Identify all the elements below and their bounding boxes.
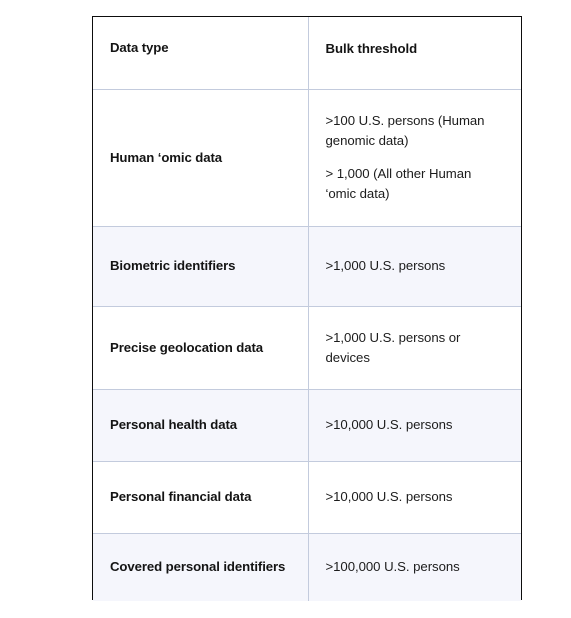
cell-data-type: Precise geolocation data bbox=[93, 306, 309, 389]
table-header-row: Data type Bulk threshold bbox=[93, 17, 521, 89]
bulk-threshold-table: Data type Bulk threshold Human ‘omic dat… bbox=[93, 17, 521, 601]
cell-data-type: Personal financial data bbox=[93, 461, 309, 533]
cell-bulk-threshold: >10,000 U.S. persons bbox=[308, 461, 521, 533]
cell-bulk-threshold: >10,000 U.S. persons bbox=[308, 389, 521, 461]
threshold-line: > 1,000 (All other Human ‘omic data) bbox=[325, 166, 472, 201]
threshold-line: >1,000 U.S. persons bbox=[325, 258, 446, 274]
table-row: Personal financial data >10,000 U.S. per… bbox=[93, 461, 521, 533]
threshold-line: >10,000 U.S. persons bbox=[325, 489, 453, 505]
threshold-line: >100 U.S. persons (Human genomic data) bbox=[325, 113, 485, 149]
table-row: Covered personal identifiers >100,000 U.… bbox=[93, 533, 521, 601]
cell-bulk-threshold: >100,000 U.S. persons bbox=[308, 533, 521, 601]
threshold-line: >10,000 U.S. persons bbox=[325, 417, 453, 433]
column-header-bulk-threshold: Bulk threshold bbox=[325, 41, 418, 56]
cell-bulk-threshold: >1,000 U.S. persons bbox=[308, 226, 521, 306]
cell-bulk-threshold: >100 U.S. persons (Human genomic data) >… bbox=[308, 89, 521, 226]
cell-data-type: Human ‘omic data bbox=[93, 89, 309, 226]
cell-data-type: Personal health data bbox=[93, 389, 309, 461]
table-row: Biometric identifiers >1,000 U.S. person… bbox=[93, 226, 521, 306]
cell-bulk-threshold: >1,000 U.S. persons or devices bbox=[308, 306, 521, 389]
threshold-line: >1,000 U.S. persons or devices bbox=[325, 329, 461, 365]
cell-data-type: Biometric identifiers bbox=[93, 226, 309, 306]
cell-data-type: Covered personal identifiers bbox=[93, 533, 309, 601]
column-header-data-type: Data type bbox=[93, 17, 309, 89]
table-row: Human ‘omic data >100 U.S. persons (Huma… bbox=[93, 89, 521, 226]
table-row: Personal health data >10,000 U.S. person… bbox=[93, 389, 521, 461]
table-row: Precise geolocation data >1,000 U.S. per… bbox=[93, 306, 521, 389]
threshold-line: >100,000 U.S. persons bbox=[325, 559, 460, 575]
bulk-threshold-table-container: Data type Bulk threshold Human ‘omic dat… bbox=[92, 16, 522, 601]
table-body: Data type Bulk threshold Human ‘omic dat… bbox=[93, 17, 521, 601]
